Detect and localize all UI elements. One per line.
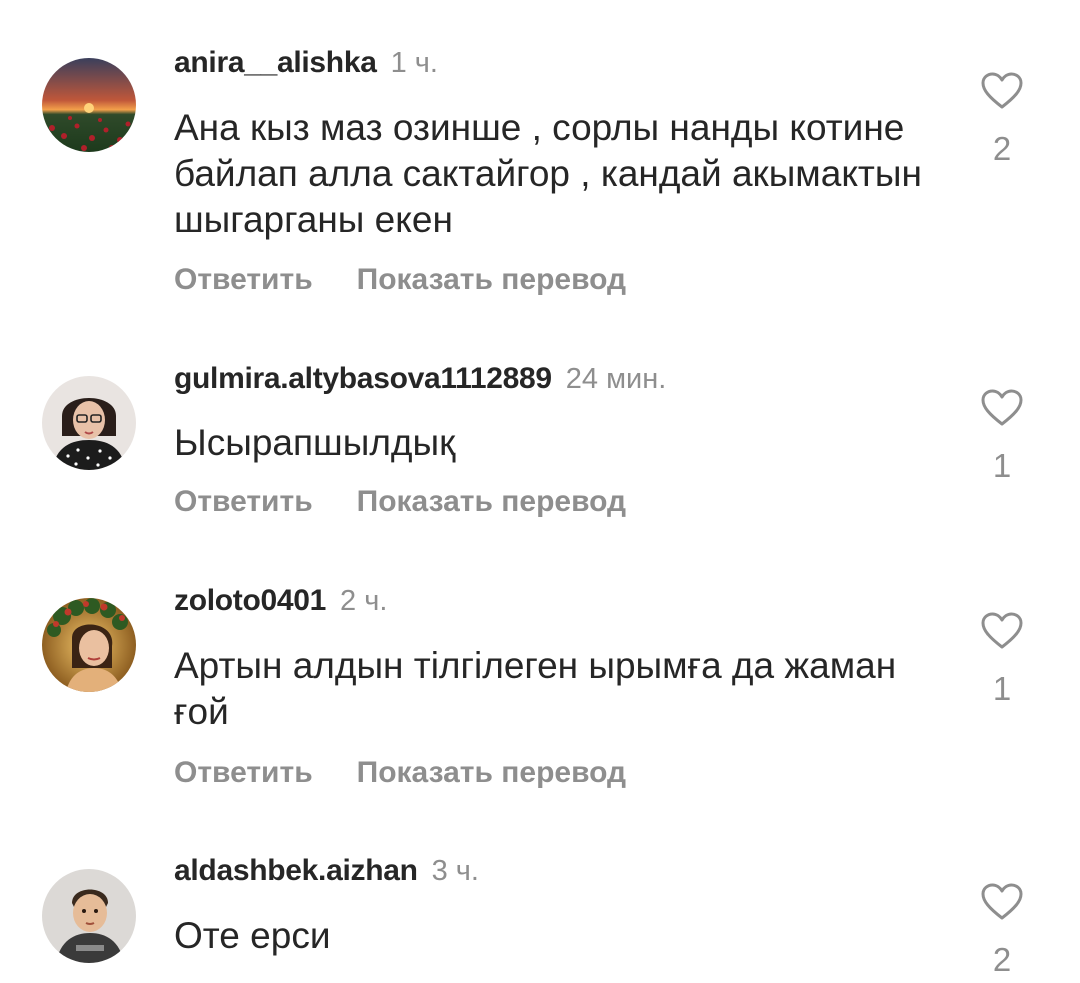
heart-icon[interactable] — [981, 389, 1023, 427]
like-count: 2 — [992, 130, 1012, 167]
show-translation-button[interactable]: Показать перевод — [357, 756, 626, 789]
like-count: 2 — [992, 941, 1012, 978]
reply-button[interactable]: Ответить — [174, 263, 313, 296]
reply-button[interactable]: Ответить — [174, 485, 313, 518]
sunset-field-avatar-icon — [42, 58, 136, 152]
comment-timestamp: 1 ч. — [390, 47, 438, 79]
reply-button[interactable]: Ответить — [174, 756, 313, 789]
comment-username[interactable]: gulmira.altybasova1112889 — [174, 362, 552, 395]
comment-text: Ысырапшылдық — [174, 422, 456, 463]
comment-timestamp: 24 мин. — [565, 363, 667, 395]
show-translation-button[interactable]: Показать перевод — [357, 485, 626, 518]
avatar[interactable] — [42, 58, 136, 152]
woman-wreath-avatar-icon — [42, 598, 136, 692]
heart-icon[interactable] — [981, 72, 1023, 110]
comment-username[interactable]: anira__alishka — [174, 46, 377, 79]
comment-timestamp: 3 ч. — [431, 855, 479, 887]
child-avatar-icon — [42, 869, 136, 963]
heart-icon[interactable] — [981, 883, 1023, 921]
comment-username[interactable]: aldashbek.aizhan — [174, 854, 418, 887]
like-count: 1 — [992, 447, 1012, 484]
avatar[interactable] — [42, 376, 136, 470]
comment-timestamp: 2 ч. — [340, 585, 388, 617]
show-translation-button[interactable]: Показать перевод — [357, 263, 626, 296]
comment-text: Ана кыз маз озинше , сорлы нанды котине … — [174, 107, 922, 240]
like-count: 1 — [992, 670, 1012, 707]
avatar[interactable] — [42, 869, 136, 963]
heart-icon[interactable] — [981, 612, 1023, 650]
woman-glasses-avatar-icon — [42, 376, 136, 470]
avatar[interactable] — [42, 598, 136, 692]
comment-username[interactable]: zoloto0401 — [174, 584, 326, 617]
comment-text: Артын алдын тілгілеген ырымға да жаман ғ… — [174, 645, 897, 732]
comment-text: Оте ерси — [174, 915, 331, 956]
